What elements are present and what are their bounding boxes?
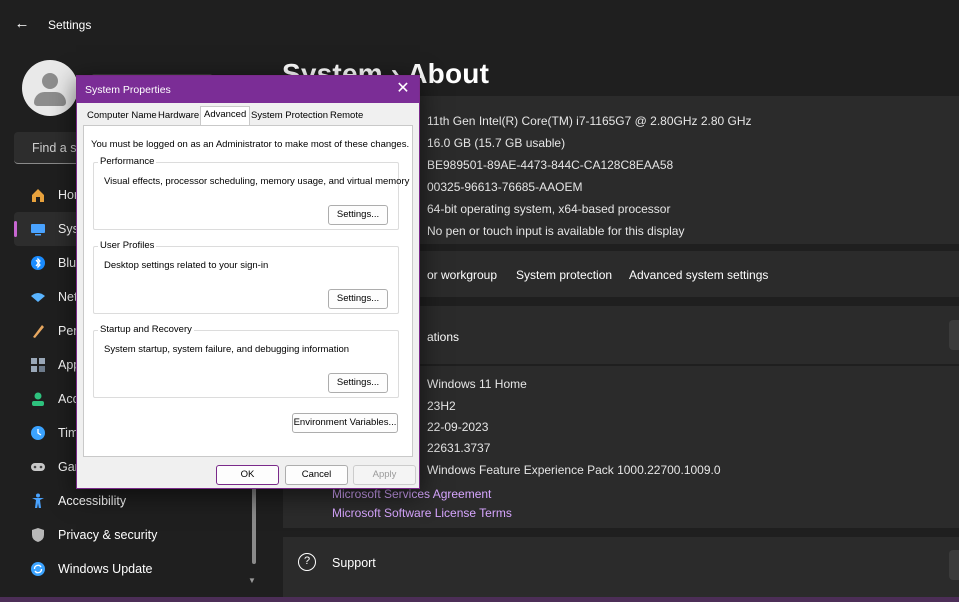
ms-license-terms-link[interactable]: Microsoft Software License Terms bbox=[332, 506, 512, 520]
ms-services-agreement-link[interactable]: Microsoft Services Agreement bbox=[332, 487, 491, 501]
shield-icon bbox=[32, 528, 44, 542]
accessibility-icon bbox=[32, 493, 44, 508]
support-expand-button[interactable] bbox=[949, 550, 959, 580]
spec-device-id: BE989501-89AE-4473-844C-CA128C8EAA58 bbox=[427, 158, 674, 172]
startup-recovery-desc: System startup, system failure, and debu… bbox=[104, 344, 350, 355]
gaming-icon bbox=[31, 463, 45, 471]
close-icon: ✕ bbox=[396, 80, 410, 97]
spec-installed-on: 22-09-2023 bbox=[427, 420, 489, 434]
support-title: Support bbox=[332, 556, 376, 570]
tab-remote[interactable]: Remote bbox=[330, 108, 363, 125]
sidebar-item-windows-update[interactable]: Windows Update bbox=[14, 552, 258, 586]
sidebar-item-accessibility[interactable]: Accessibility bbox=[14, 484, 258, 518]
startup-recovery-label: Startup and Recovery bbox=[98, 324, 194, 335]
support-card[interactable] bbox=[283, 537, 959, 597]
sidebar-item-label: Net bbox=[58, 290, 78, 304]
app-title: Settings bbox=[48, 18, 92, 32]
cancel-button[interactable]: Cancel bbox=[285, 465, 348, 485]
time-language-icon bbox=[31, 426, 45, 440]
arrow-left-icon: ← bbox=[14, 15, 30, 32]
copy-button[interactable] bbox=[949, 320, 959, 350]
tab-hardware[interactable]: Hardware bbox=[158, 108, 199, 125]
spec-system-type: 64-bit operating system, x64-based proce… bbox=[427, 202, 671, 216]
sidebar-item-label: Per bbox=[58, 324, 78, 338]
system-properties-dialog: System Properties ✕ Computer Name Hardwa… bbox=[76, 75, 420, 489]
apply-button[interactable]: Apply bbox=[353, 465, 416, 485]
spec-pen-touch: No pen or touch input is available for t… bbox=[427, 224, 685, 238]
sidebar-item-label: Privacy & security bbox=[58, 528, 158, 542]
ok-button[interactable]: OK bbox=[216, 465, 279, 485]
spec-experience: Windows Feature Experience Pack 1000.227… bbox=[427, 463, 721, 477]
spec-processor: 11th Gen Intel(R) Core(TM) i7-1165G7 @ 2… bbox=[427, 114, 752, 128]
spec-os-build: 22631.3737 bbox=[427, 441, 491, 455]
startup-recovery-group: Startup and Recovery System startup, sys… bbox=[93, 324, 399, 398]
user-profiles-settings-button[interactable]: Settings... bbox=[328, 289, 388, 309]
user-profiles-group: User Profiles Desktop settings related t… bbox=[93, 240, 399, 314]
apps-icon bbox=[31, 358, 45, 372]
scroll-down-icon[interactable]: ▼ bbox=[248, 576, 256, 585]
spec-version: 23H2 bbox=[427, 399, 456, 413]
sidebar-item-label: Windows Update bbox=[58, 562, 153, 576]
avatar-body bbox=[34, 92, 66, 106]
dialog-title: System Properties bbox=[85, 84, 171, 96]
title-bar: ← Settings bbox=[0, 0, 959, 46]
dialog-close-button[interactable]: ✕ bbox=[393, 79, 413, 99]
performance-settings-button[interactable]: Settings... bbox=[328, 205, 388, 225]
tab-computer-name[interactable]: Computer Name bbox=[87, 108, 157, 125]
admin-note: You must be logged on as an Administrato… bbox=[91, 139, 410, 150]
windows-specs-title: ations bbox=[427, 330, 460, 344]
avatar-head bbox=[42, 73, 58, 89]
tab-system-protection[interactable]: System Protection bbox=[251, 108, 328, 125]
sidebar-item-label: Blu bbox=[58, 256, 77, 270]
user-profiles-label: User Profiles bbox=[98, 240, 157, 251]
sidebar-item-label: Accessibility bbox=[58, 494, 127, 508]
home-icon bbox=[32, 189, 44, 202]
personalization-icon bbox=[33, 325, 44, 338]
avatar[interactable] bbox=[22, 60, 78, 116]
user-profiles-desc: Desktop settings related to your sign-in bbox=[104, 260, 269, 271]
domain-workgroup-link[interactable]: or workgroup bbox=[427, 268, 497, 282]
tab-advanced[interactable]: Advanced bbox=[200, 106, 251, 125]
system-icon bbox=[31, 224, 45, 236]
system-protection-link[interactable]: System protection bbox=[516, 268, 612, 282]
performance-group: Performance Visual effects, processor sc… bbox=[93, 156, 409, 230]
question-icon: ? bbox=[298, 553, 316, 571]
environment-variables-button[interactable]: Environment Variables... bbox=[292, 413, 398, 433]
sidebar-item-privacy-security[interactable]: Privacy & security bbox=[14, 518, 258, 552]
dialog-title-bar[interactable]: System Properties ✕ bbox=[77, 76, 419, 103]
network-icon bbox=[31, 293, 45, 302]
startup-recovery-settings-button[interactable]: Settings... bbox=[328, 373, 388, 393]
accounts-icon bbox=[32, 392, 44, 406]
spec-product-id: 00325-96613-76685-AAOEM bbox=[427, 180, 583, 194]
back-button[interactable]: ← bbox=[12, 14, 32, 34]
performance-label: Performance bbox=[98, 156, 157, 167]
taskbar-edge bbox=[0, 597, 959, 602]
bluetooth-icon bbox=[31, 256, 45, 270]
advanced-system-settings-link[interactable]: Advanced system settings bbox=[629, 268, 768, 282]
update-icon bbox=[31, 562, 45, 576]
spec-edition: Windows 11 Home bbox=[427, 377, 527, 391]
spec-ram: 16.0 GB (15.7 GB usable) bbox=[427, 136, 566, 150]
performance-desc: Visual effects, processor scheduling, me… bbox=[104, 176, 410, 187]
